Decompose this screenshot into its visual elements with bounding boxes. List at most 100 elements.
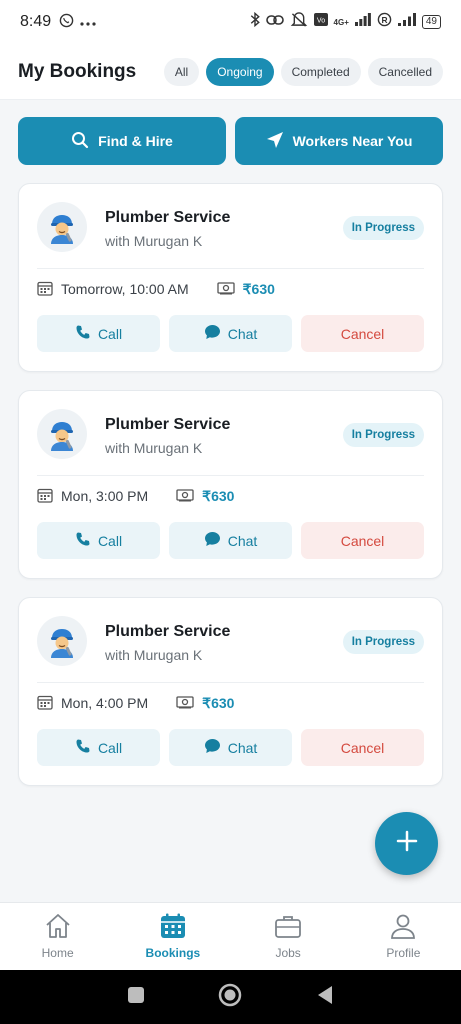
worker-name: with Murugan K — [105, 440, 203, 456]
booking-card[interactable]: Plumber Service with Murugan K In Progre… — [18, 390, 443, 579]
registered-icon: R — [377, 12, 392, 32]
chat-label: Chat — [227, 325, 258, 342]
nav-item-jobs[interactable]: Jobs — [231, 903, 346, 970]
plumber-avatar-icon — [37, 409, 87, 459]
booking-datetime: Tomorrow, 10:00 AM — [61, 281, 189, 297]
chat-button[interactable]: Chat — [169, 522, 292, 559]
home-circle-icon[interactable] — [218, 983, 242, 1012]
call-button[interactable]: Call — [37, 729, 160, 766]
volte-icon: Vo — [313, 13, 328, 31]
nav-label-jobs: Jobs — [275, 946, 301, 960]
status-badge: In Progress — [342, 423, 424, 447]
chat-bubble-icon — [204, 738, 221, 757]
search-icon — [71, 131, 89, 152]
chat-bubble-icon — [204, 324, 221, 343]
calendar-icon — [37, 694, 53, 713]
nav-label-home: Home — [41, 946, 74, 960]
call-label: Call — [97, 739, 123, 756]
calendar-icon — [37, 487, 53, 506]
chat-button[interactable]: Chat — [169, 315, 292, 352]
phone-icon — [75, 531, 91, 550]
phone-icon — [75, 738, 91, 757]
workers-near-you-label: Workers Near You — [292, 133, 413, 149]
divider — [37, 268, 424, 269]
filter-chip-all[interactable]: All — [163, 57, 200, 86]
cash-icon — [216, 281, 235, 298]
service-title: Plumber Service — [105, 209, 231, 226]
chat-label: Chat — [227, 532, 258, 549]
battery-icon: 49 — [421, 15, 441, 29]
nav-item-profile[interactable]: Profile — [346, 903, 461, 970]
booking-price: ₹630 — [202, 694, 235, 711]
worker-name: with Murugan K — [105, 233, 203, 249]
system-nav-bar — [0, 970, 461, 1024]
worker-name: with Murugan K — [105, 647, 203, 663]
add-booking-fab[interactable] — [375, 812, 438, 875]
quick-actions: Find & Hire Workers Near You — [18, 117, 443, 165]
status-badge: In Progress — [342, 216, 424, 240]
svg-text:Vo: Vo — [316, 18, 324, 25]
filter-chip-completed[interactable]: Completed — [280, 57, 361, 86]
nav-label-bookings: Bookings — [145, 946, 201, 960]
status-bar: 8:49 Vo 4G+ R 49 — [0, 0, 461, 44]
plumber-avatar-icon — [37, 202, 87, 252]
call-button[interactable]: Call — [37, 315, 160, 352]
bottom-nav: Home Bookings Jobs Profile — [0, 902, 461, 970]
calendar-icon — [37, 280, 53, 299]
divider — [37, 682, 424, 683]
find-hire-button[interactable]: Find & Hire — [18, 117, 226, 165]
cancel-button[interactable]: Cancel — [301, 522, 424, 559]
nav-label-profile: Profile — [386, 946, 421, 960]
cancel-button[interactable]: Cancel — [301, 315, 424, 352]
status-badge: In Progress — [342, 630, 424, 654]
chat-button[interactable]: Chat — [169, 729, 292, 766]
home-icon — [44, 913, 72, 942]
status-time: 8:49 — [20, 13, 52, 30]
chat-bubble-icon — [204, 531, 221, 550]
call-button[interactable]: Call — [37, 522, 160, 559]
profile-icon — [389, 913, 417, 942]
more-dots-icon — [80, 14, 96, 30]
find-hire-label: Find & Hire — [98, 133, 173, 149]
plumber-avatar-icon — [37, 616, 87, 666]
call-label: Call — [97, 325, 123, 342]
app-header: My Bookings All Ongoing Completed Cancel… — [0, 44, 461, 100]
cash-icon — [176, 695, 194, 712]
signal-icon — [354, 13, 371, 31]
bluetooth-icon — [250, 11, 260, 32]
recent-apps-icon[interactable] — [127, 986, 145, 1009]
svg-text:R: R — [381, 15, 387, 25]
navigation-arrow-icon — [266, 131, 284, 152]
divider — [37, 475, 424, 476]
cancel-button[interactable]: Cancel — [301, 729, 424, 766]
network-type: 4G+ — [333, 17, 349, 27]
page-title: My Bookings — [18, 60, 137, 82]
calendar-icon — [159, 913, 187, 942]
service-title: Plumber Service — [105, 416, 231, 433]
plus-icon — [395, 829, 419, 858]
booking-datetime: Mon, 3:00 PM — [61, 488, 149, 504]
cash-icon — [176, 488, 194, 505]
service-title: Plumber Service — [105, 623, 231, 640]
nav-item-bookings[interactable]: Bookings — [115, 903, 230, 970]
filter-chip-ongoing[interactable]: Ongoing — [206, 57, 274, 86]
back-triangle-icon[interactable] — [316, 985, 334, 1010]
booking-price: ₹630 — [242, 280, 275, 297]
mute-icon — [290, 12, 308, 32]
booking-list: Plumber Service with Murugan K In Progre… — [18, 183, 443, 804]
whatsapp-icon — [59, 13, 74, 31]
phone-icon — [75, 324, 91, 343]
booking-card[interactable]: Plumber Service with Murugan K In Progre… — [18, 183, 443, 372]
cancel-label: Cancel — [340, 325, 385, 342]
booking-price: ₹630 — [202, 487, 235, 504]
link-icon — [265, 13, 284, 31]
booking-card[interactable]: Plumber Service with Murugan K In Progre… — [18, 597, 443, 786]
cancel-label: Cancel — [340, 532, 385, 549]
filter-chips: All Ongoing Completed Cancelled — [163, 57, 443, 86]
chat-label: Chat — [227, 739, 258, 756]
filter-chip-cancelled[interactable]: Cancelled — [367, 57, 443, 86]
cancel-label: Cancel — [340, 739, 385, 756]
workers-near-you-button[interactable]: Workers Near You — [235, 117, 443, 165]
call-label: Call — [97, 532, 123, 549]
nav-item-home[interactable]: Home — [0, 903, 115, 970]
